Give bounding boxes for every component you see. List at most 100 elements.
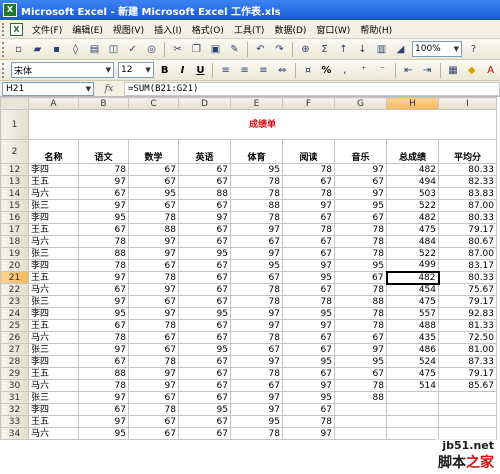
column-header[interactable]: F	[282, 97, 335, 110]
score-cell[interactable]: 67	[230, 271, 283, 284]
column-title-cell[interactable]: 语文	[78, 139, 129, 164]
undo-icon[interactable]: ↶	[252, 41, 269, 58]
score-cell[interactable]: 80.33	[438, 163, 497, 176]
name-cell[interactable]: 张三	[28, 295, 79, 308]
name-cell[interactable]: 马六	[28, 379, 79, 392]
chart-wizard-icon[interactable]: ▥	[373, 41, 390, 58]
score-cell[interactable]: 88	[78, 247, 129, 260]
name-cell[interactable]: 马六	[28, 331, 79, 344]
score-cell[interactable]: 78	[128, 355, 179, 368]
score-cell[interactable]: 78	[230, 295, 283, 308]
sort-descending-icon[interactable]: ↓	[354, 41, 371, 58]
score-cell[interactable]: 482	[385, 270, 440, 285]
score-cell[interactable]: 67	[282, 367, 335, 380]
column-header[interactable]: A	[28, 97, 79, 110]
column-header[interactable]: H	[386, 97, 439, 110]
score-cell[interactable]: 97	[230, 403, 283, 416]
score-cell[interactable]: 97	[128, 247, 179, 260]
name-cell[interactable]: 李四	[28, 403, 79, 416]
score-cell[interactable]: 67	[178, 163, 231, 176]
score-cell[interactable]: 67	[282, 403, 335, 416]
name-cell[interactable]: 张三	[28, 199, 79, 212]
score-cell[interactable]: 72.50	[438, 331, 497, 344]
score-cell[interactable]: 79.17	[438, 367, 497, 380]
score-cell[interactable]: 95	[78, 211, 129, 224]
comma-style-icon[interactable]: ,	[336, 62, 353, 79]
name-cell[interactable]: 李四	[28, 307, 79, 320]
column-title-cell[interactable]: 平均分	[438, 139, 497, 164]
score-cell[interactable]: 78	[282, 295, 335, 308]
score-cell[interactable]: 67	[178, 319, 231, 332]
redo-icon[interactable]: ↷	[271, 41, 288, 58]
score-cell[interactable]: 81.33	[438, 319, 497, 332]
name-cell[interactable]: 王五	[28, 415, 79, 428]
score-cell[interactable]: 97	[282, 379, 335, 392]
score-cell[interactable]: 97	[230, 391, 283, 404]
name-cell[interactable]: 张三	[28, 343, 79, 356]
name-cell[interactable]: 张三	[28, 247, 79, 260]
name-cell[interactable]: 王五	[28, 271, 79, 284]
name-cell[interactable]: 马六	[28, 235, 79, 248]
score-cell[interactable]: 78	[230, 187, 283, 200]
score-cell[interactable]: 67	[128, 295, 179, 308]
score-cell[interactable]: 67	[128, 343, 179, 356]
score-cell[interactable]: 78	[282, 223, 335, 236]
score-cell[interactable]: 97	[128, 367, 179, 380]
insert-function-icon[interactable]: fx	[94, 84, 124, 94]
score-cell[interactable]: 78	[282, 415, 335, 428]
column-header[interactable]: C	[128, 97, 179, 110]
score-cell[interactable]: 482	[386, 163, 439, 176]
row-header[interactable]: 28	[0, 355, 29, 368]
row-header[interactable]: 26	[0, 331, 29, 344]
score-cell[interactable]: 78	[230, 331, 283, 344]
save-icon[interactable]: ▪	[48, 41, 65, 58]
score-cell[interactable]	[438, 403, 497, 416]
score-cell[interactable]: 67	[128, 163, 179, 176]
menu-help[interactable]: 帮助(H)	[355, 23, 397, 36]
paste-icon[interactable]: ▣	[207, 41, 224, 58]
open-folder-icon[interactable]: ▰	[29, 41, 46, 58]
underline-button[interactable]: U	[192, 62, 208, 78]
menu-data[interactable]: 数据(D)	[269, 23, 311, 36]
score-cell[interactable]: 78	[78, 331, 129, 344]
row-header[interactable]: 32	[0, 403, 29, 416]
score-cell[interactable]: 67	[334, 367, 387, 380]
score-cell[interactable]: 95	[282, 355, 335, 368]
name-cell[interactable]: 王五	[28, 319, 79, 332]
name-cell[interactable]: 马六	[28, 187, 79, 200]
score-cell[interactable]: 67	[128, 427, 179, 440]
score-cell[interactable]: 488	[386, 319, 439, 332]
score-cell[interactable]: 97	[178, 211, 231, 224]
score-cell[interactable]: 87.00	[438, 247, 497, 260]
score-cell[interactable]: 67	[178, 259, 231, 272]
menu-insert[interactable]: 插入(I)	[149, 23, 187, 36]
score-cell[interactable]: 95	[178, 247, 231, 260]
name-cell[interactable]: 马六	[28, 283, 79, 296]
print-icon[interactable]: ▤	[86, 41, 103, 58]
row-header[interactable]: 31	[0, 391, 29, 404]
score-cell[interactable]: 67	[282, 247, 335, 260]
row-header[interactable]: 13	[0, 175, 29, 188]
score-cell[interactable]: 67	[78, 283, 129, 296]
score-cell[interactable]: 78	[128, 211, 179, 224]
score-cell[interactable]: 78	[230, 283, 283, 296]
copy-icon[interactable]: ❐	[188, 41, 205, 58]
select-all-corner[interactable]	[0, 97, 29, 110]
score-cell[interactable]: 67	[178, 235, 231, 248]
font-name-select[interactable]: 宋体 ▼	[10, 62, 115, 78]
column-title-cell[interactable]: 英语	[178, 139, 231, 164]
row-header[interactable]: 24	[0, 307, 29, 320]
score-cell[interactable]: 95	[282, 391, 335, 404]
column-title-cell[interactable]: 体育	[230, 139, 283, 164]
score-cell[interactable]: 67	[128, 175, 179, 188]
score-cell[interactable]: 97	[230, 223, 283, 236]
score-cell[interactable]: 95	[78, 307, 129, 320]
score-cell[interactable]: 78	[78, 235, 129, 248]
score-cell[interactable]: 95	[230, 415, 283, 428]
score-cell[interactable]: 97	[334, 187, 387, 200]
row-header[interactable]: 30	[0, 379, 29, 392]
row-header[interactable]: 12	[0, 163, 29, 176]
score-cell[interactable]: 67	[78, 355, 129, 368]
name-cell[interactable]: 王五	[28, 223, 79, 236]
score-cell[interactable]: 95	[128, 187, 179, 200]
